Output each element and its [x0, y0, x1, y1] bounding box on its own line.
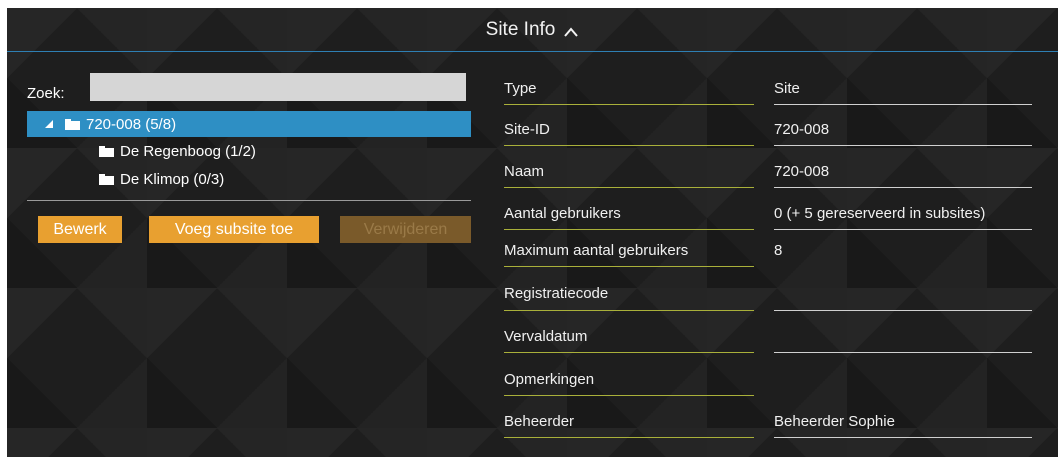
label-underline	[504, 229, 754, 230]
info-value: 720-008	[774, 121, 1032, 146]
info-value: 0 (+ 5 gereserveerd in subsites)	[774, 205, 1032, 230]
info-label-text: Opmerkingen	[504, 371, 595, 388]
info-label-text: Site-ID	[504, 121, 550, 138]
tree-node-child[interactable]: De Klimop (0/3)	[99, 171, 224, 188]
site-info-header[interactable]: Site Info	[7, 8, 1058, 52]
tree-node-label: De Regenboog (1/2)	[120, 143, 256, 160]
delete-button[interactable]: Verwijderen	[340, 216, 471, 243]
info-label-text: Beheerder	[504, 413, 575, 430]
info-value-text: 0 (+ 5 gereserveerd in subsites)	[774, 205, 986, 222]
info-label: Opmerkingen	[504, 371, 754, 396]
label-underline	[504, 145, 754, 146]
info-value: 8	[774, 242, 1032, 266]
label-underline	[504, 187, 754, 188]
info-label-text: Naam	[504, 163, 545, 180]
label-underline	[504, 352, 754, 353]
info-label: Vervaldatum	[504, 328, 754, 353]
info-value-text: 720-008	[774, 121, 830, 138]
info-value-text: 720-008	[774, 163, 830, 180]
info-label: Naam	[504, 163, 754, 188]
info-value: Site	[774, 80, 1032, 105]
info-value	[774, 328, 1032, 353]
info-value-text: Beheerder Sophie	[774, 413, 895, 430]
info-value: 720-008	[774, 163, 1032, 188]
info-label-text: Aantal gebruikers	[504, 205, 621, 222]
info-value: Beheerder Sophie	[774, 413, 1032, 438]
info-label-text: Registratiecode	[504, 285, 609, 302]
add-subsite-button[interactable]: Voeg subsite toe	[149, 216, 319, 243]
search-input[interactable]	[90, 73, 466, 101]
label-underline	[504, 437, 754, 438]
info-value	[774, 285, 1032, 311]
info-label-text: Type	[504, 80, 537, 97]
info-label-text: Maximum aantal gebruikers	[504, 242, 689, 259]
label-underline	[504, 310, 754, 311]
info-label: Type	[504, 80, 754, 105]
panel-title: Site Info	[485, 18, 556, 40]
label-underline	[504, 266, 754, 267]
tree-node-root[interactable]: 720-008 (5/8)	[27, 111, 471, 137]
info-label: Site-ID	[504, 121, 754, 146]
info-label: Registratiecode	[504, 285, 754, 311]
site-info-panel: Site Info Zoek: 720-008 (5/8) De Regenbo…	[7, 8, 1058, 457]
tree-divider	[27, 200, 471, 201]
info-label: Maximum aantal gebruikers	[504, 242, 754, 267]
tree-node-label: De Klimop (0/3)	[120, 171, 225, 188]
info-label: Beheerder	[504, 413, 754, 438]
value-underline	[774, 104, 1032, 105]
value-underline	[774, 352, 1032, 353]
tree-node-label: 720-008 (5/8)	[86, 115, 177, 133]
tree-node-child[interactable]: De Regenboog (1/2)	[99, 143, 256, 160]
expand-triangle-icon[interactable]	[45, 120, 53, 128]
folder-icon	[99, 174, 114, 185]
edit-button[interactable]: Bewerk	[38, 216, 122, 243]
info-label-text: Vervaldatum	[504, 328, 588, 345]
value-underline	[774, 437, 1032, 438]
value-underline	[774, 145, 1032, 146]
info-label: Aantal gebruikers	[504, 205, 754, 230]
search-label: Zoek:	[27, 85, 65, 102]
chevron-up-icon[interactable]	[563, 26, 579, 38]
info-value-text: 8	[774, 242, 783, 259]
folder-icon	[65, 118, 80, 130]
folder-icon	[99, 146, 114, 157]
info-value	[774, 371, 1032, 395]
label-underline	[504, 104, 754, 105]
value-underline	[774, 229, 1032, 230]
info-value-text: Site	[774, 80, 800, 97]
value-underline	[774, 310, 1032, 311]
label-underline	[504, 395, 754, 396]
value-underline	[774, 187, 1032, 188]
